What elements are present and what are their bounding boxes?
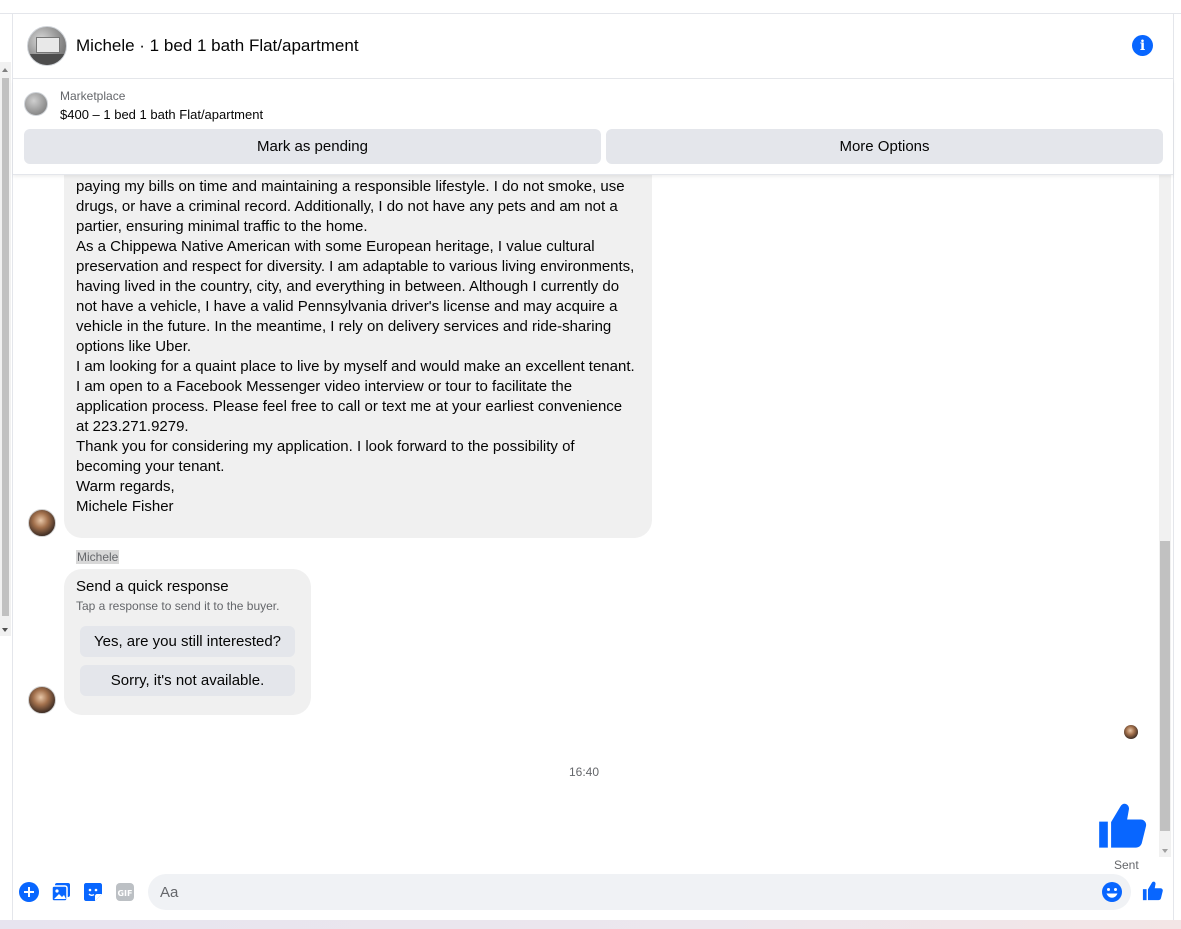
gif-icon[interactable]: GIF xyxy=(114,881,136,903)
message-input-wrapper xyxy=(148,874,1131,910)
top-strip xyxy=(0,0,1181,14)
bottom-strip xyxy=(0,920,1181,929)
like-send-icon[interactable] xyxy=(1142,880,1164,902)
seen-receipt-avatar xyxy=(1124,725,1138,739)
room-image xyxy=(36,37,60,53)
sent-status: Sent xyxy=(1114,858,1139,871)
quick-response-not-available-button[interactable]: Sorry, it's not available. xyxy=(80,665,295,696)
marketplace-listing: Marketplace $400 – 1 bed 1 bath Flat/apa… xyxy=(13,79,1173,175)
message-paragraph: I am looking for a quaint place to live … xyxy=(76,358,635,435)
scroll-down-arrow[interactable] xyxy=(2,628,8,632)
sticker-icon[interactable] xyxy=(82,881,104,903)
sender-avatar[interactable] xyxy=(28,686,56,714)
message-paragraph: Thank you for considering my application… xyxy=(76,438,575,475)
message-paragraph: Michele Fisher xyxy=(76,498,174,515)
emoji-icon[interactable] xyxy=(1101,881,1123,903)
floor-image xyxy=(28,54,66,65)
message-input[interactable] xyxy=(160,874,1090,910)
page-scrollbar[interactable] xyxy=(0,62,11,636)
sender-name: Michele xyxy=(76,550,120,564)
photo-icon[interactable] xyxy=(50,881,72,903)
chat-header: Michele · 1 bed 1 bath Flat/apartment i xyxy=(13,14,1173,79)
quick-response-subtitle: Tap a response to send it to the buyer. xyxy=(76,599,280,613)
info-icon[interactable]: i xyxy=(1132,35,1153,56)
chat-title[interactable]: Michele · 1 bed 1 bath Flat/apartment xyxy=(76,36,359,56)
plus-icon[interactable] xyxy=(18,881,40,903)
message-composer: GIF xyxy=(13,871,1173,920)
chat-window: Michele · 1 bed 1 bath Flat/apartment i … xyxy=(12,14,1174,920)
listing-actions: Mark as pending More Options xyxy=(24,129,1163,164)
quick-response-title: Send a quick response xyxy=(76,578,229,595)
quick-response-still-interested-button[interactable]: Yes, are you still interested? xyxy=(80,626,295,657)
quick-response-card: Send a quick response Tap a response to … xyxy=(64,569,311,715)
svg-text:GIF: GIF xyxy=(117,889,132,898)
message-paragraph: As a Chippewa Native American with some … xyxy=(76,238,635,355)
message-paragraph: Warm regards, xyxy=(76,478,175,495)
sender-avatar[interactable] xyxy=(28,509,56,537)
listing-price-title[interactable]: $400 – 1 bed 1 bath Flat/apartment xyxy=(60,107,263,122)
listing-source-label: Marketplace xyxy=(60,89,126,103)
message-bubble[interactable]: paying my bills on time and maintaining … xyxy=(64,175,652,538)
messages-scrollbar-thumb[interactable] xyxy=(1160,541,1170,831)
sent-like-icon[interactable] xyxy=(1097,800,1149,852)
listing-thumbnail[interactable] xyxy=(24,92,48,116)
messages-scrollbar[interactable] xyxy=(1159,161,1171,857)
mark-as-pending-button[interactable]: Mark as pending xyxy=(24,129,601,164)
page-scrollbar-thumb[interactable] xyxy=(2,78,9,616)
more-options-button[interactable]: More Options xyxy=(606,129,1163,164)
message-timestamp: 16:40 xyxy=(568,765,600,779)
message-list[interactable]: paying my bills on time and maintaining … xyxy=(13,175,1155,871)
messages-scroll-down-arrow[interactable] xyxy=(1162,849,1168,853)
listing-avatar[interactable] xyxy=(27,26,67,66)
scroll-up-arrow[interactable] xyxy=(2,68,8,72)
message-paragraph: paying my bills on time and maintaining … xyxy=(76,178,625,235)
